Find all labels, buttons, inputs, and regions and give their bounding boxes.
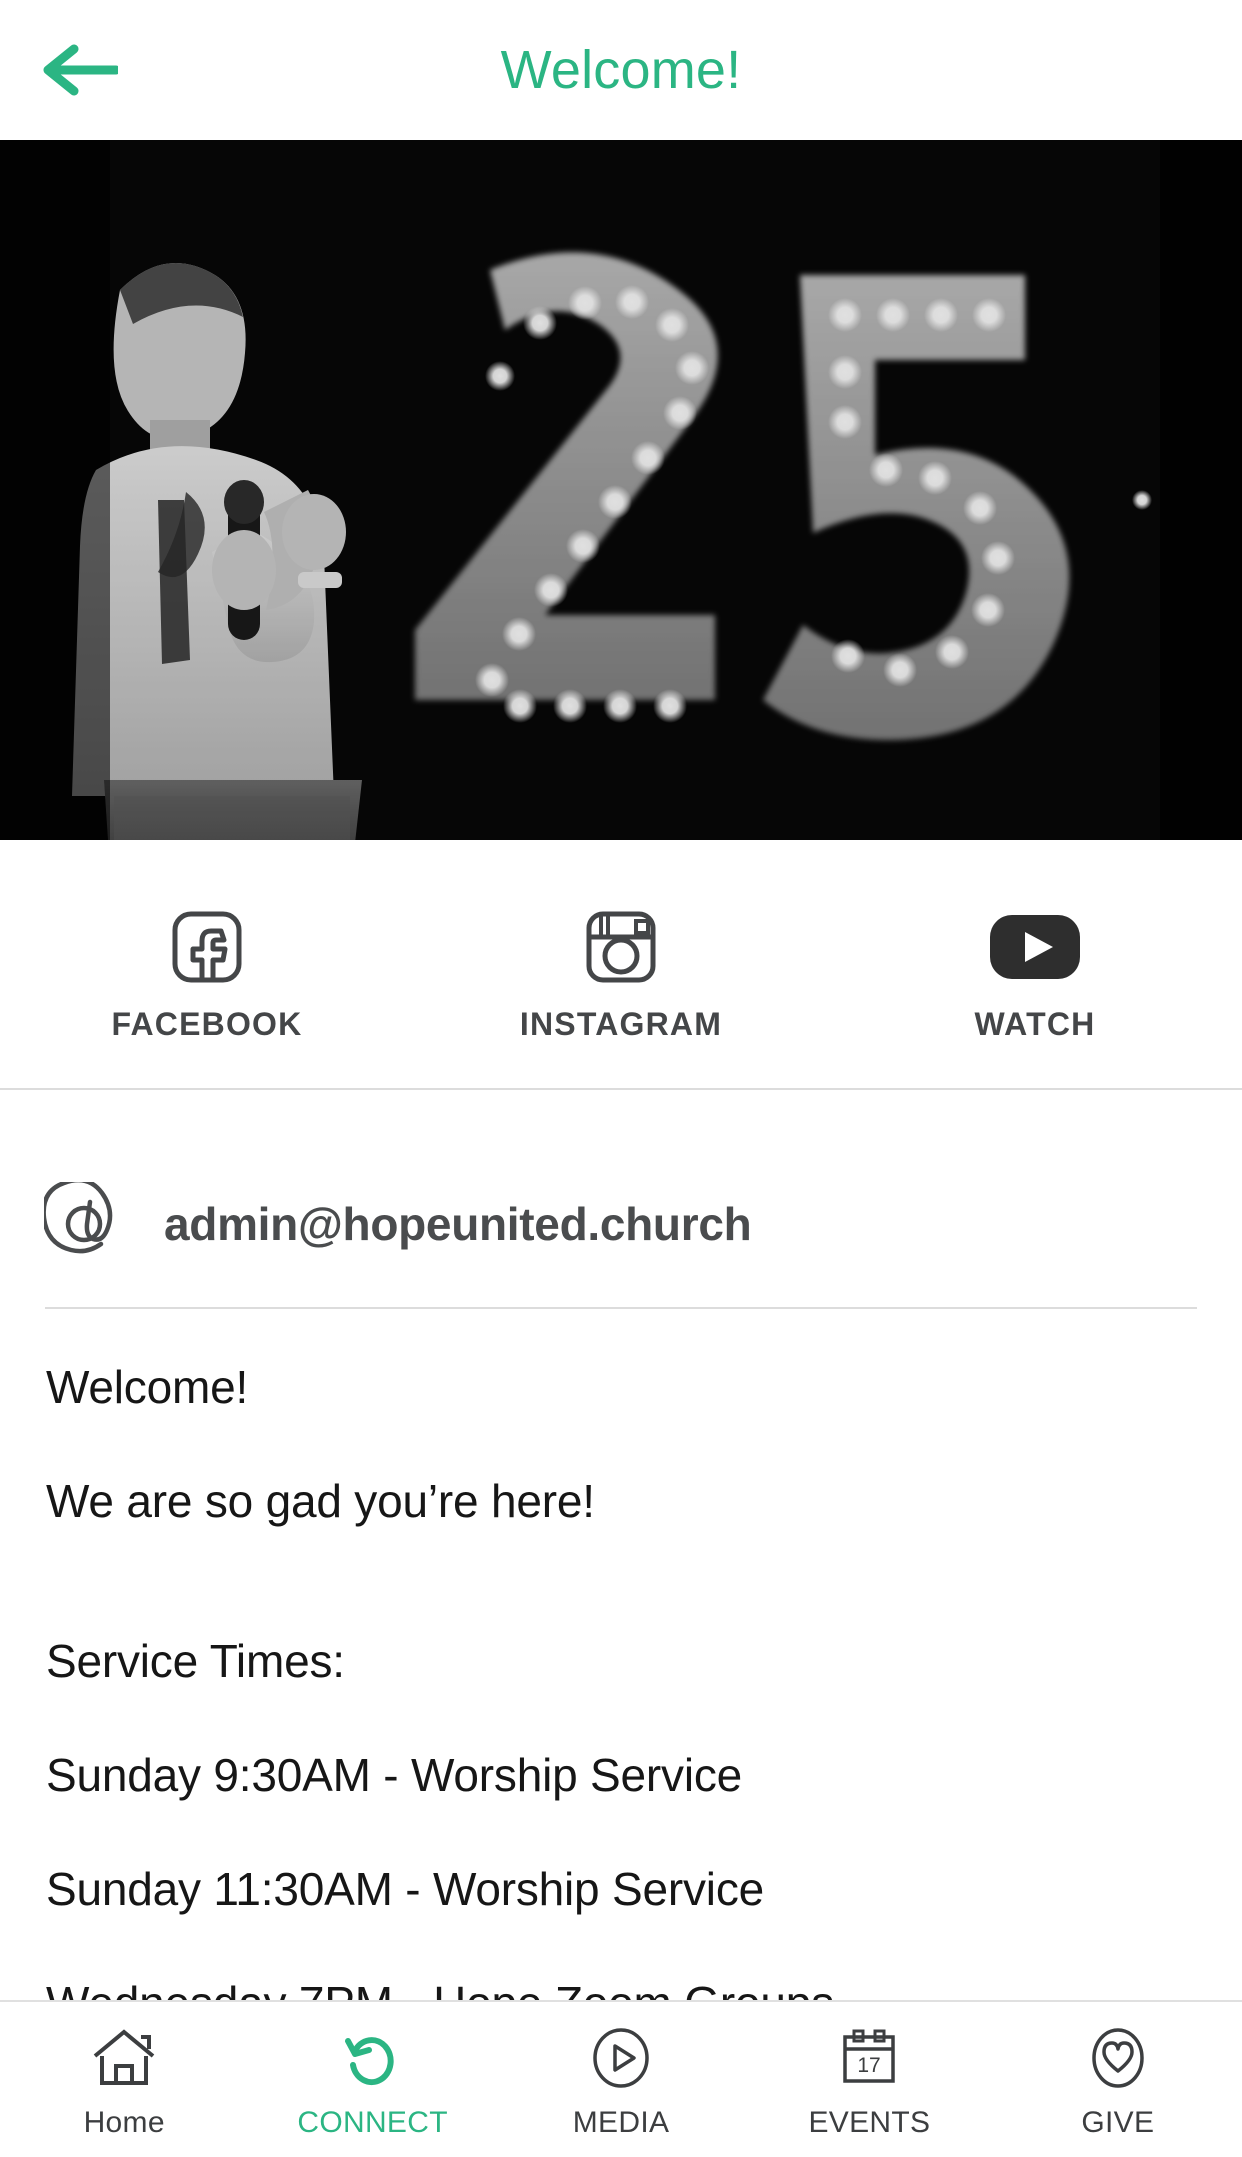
refresh-icon [342,2024,404,2092]
tab-connect[interactable]: CONNECT [248,2002,496,2140]
page-title: Welcome! [500,40,742,100]
social-label: FACEBOOK [111,1006,303,1042]
hero-image [0,140,1242,840]
divider [45,1307,1197,1309]
contact-email-row[interactable]: admin@hopeunited.church [0,1140,1242,1308]
instagram-icon [583,908,659,986]
body-line: Sunday 9:30AM - Worship Service [46,1749,743,1801]
social-link-facebook[interactable]: FACEBOOK [0,840,414,1043]
body-line: Service Times: [46,1635,345,1687]
bottom-navigation: Home CONNECT MEDIA 17 EVENTS GIVE [0,2000,1242,2157]
facebook-icon [169,908,245,986]
tab-events[interactable]: 17 EVENTS [745,2002,993,2140]
tab-label: EVENTS [808,2106,931,2139]
hero-illustration [0,140,1242,840]
tab-label: Home [83,2106,165,2139]
tab-media[interactable]: MEDIA [497,2002,745,2140]
app-header: Welcome! [0,0,1242,140]
body-line: We are so gad you’re here! [46,1475,595,1527]
social-label: WATCH [974,1006,1096,1042]
tab-label: MEDIA [572,2106,670,2139]
social-label: INSTAGRAM [519,1006,723,1042]
contact-email: admin@hopeunited.church [164,1198,752,1250]
app-screen: Welcome! FACEBOOK INSTAGRAM WATCH admin@… [0,0,1242,2157]
welcome-body: Welcome! We are so gad you’re here! Serv… [46,1330,1206,2002]
tab-label: GIVE [1081,2106,1155,2139]
youtube-play-icon [987,908,1083,986]
tab-home[interactable]: Home [0,2002,248,2140]
body-line-blank [46,1558,1206,1604]
tab-give[interactable]: GIVE [994,2002,1242,2140]
at-sign-icon [42,1180,130,1268]
tab-label: CONNECT [297,2106,448,2139]
social-links-row: FACEBOOK INSTAGRAM WATCH [0,840,1242,1088]
calendar-day: 17 [858,2054,881,2077]
body-line: Welcome! [46,1361,249,1413]
body-line: Sunday 11:30AM - Worship Service [46,1863,765,1915]
play-circle-icon [590,2024,652,2092]
body-line: Wednesday 7PM - Hope Zoom Groups [46,1946,1206,2002]
home-icon [91,2024,157,2092]
social-link-watch[interactable]: WATCH [828,840,1242,1043]
calendar-icon: 17 [838,2024,900,2092]
divider [0,1088,1242,1090]
heart-circle-icon [1087,2024,1149,2092]
social-link-instagram[interactable]: INSTAGRAM [414,840,828,1043]
